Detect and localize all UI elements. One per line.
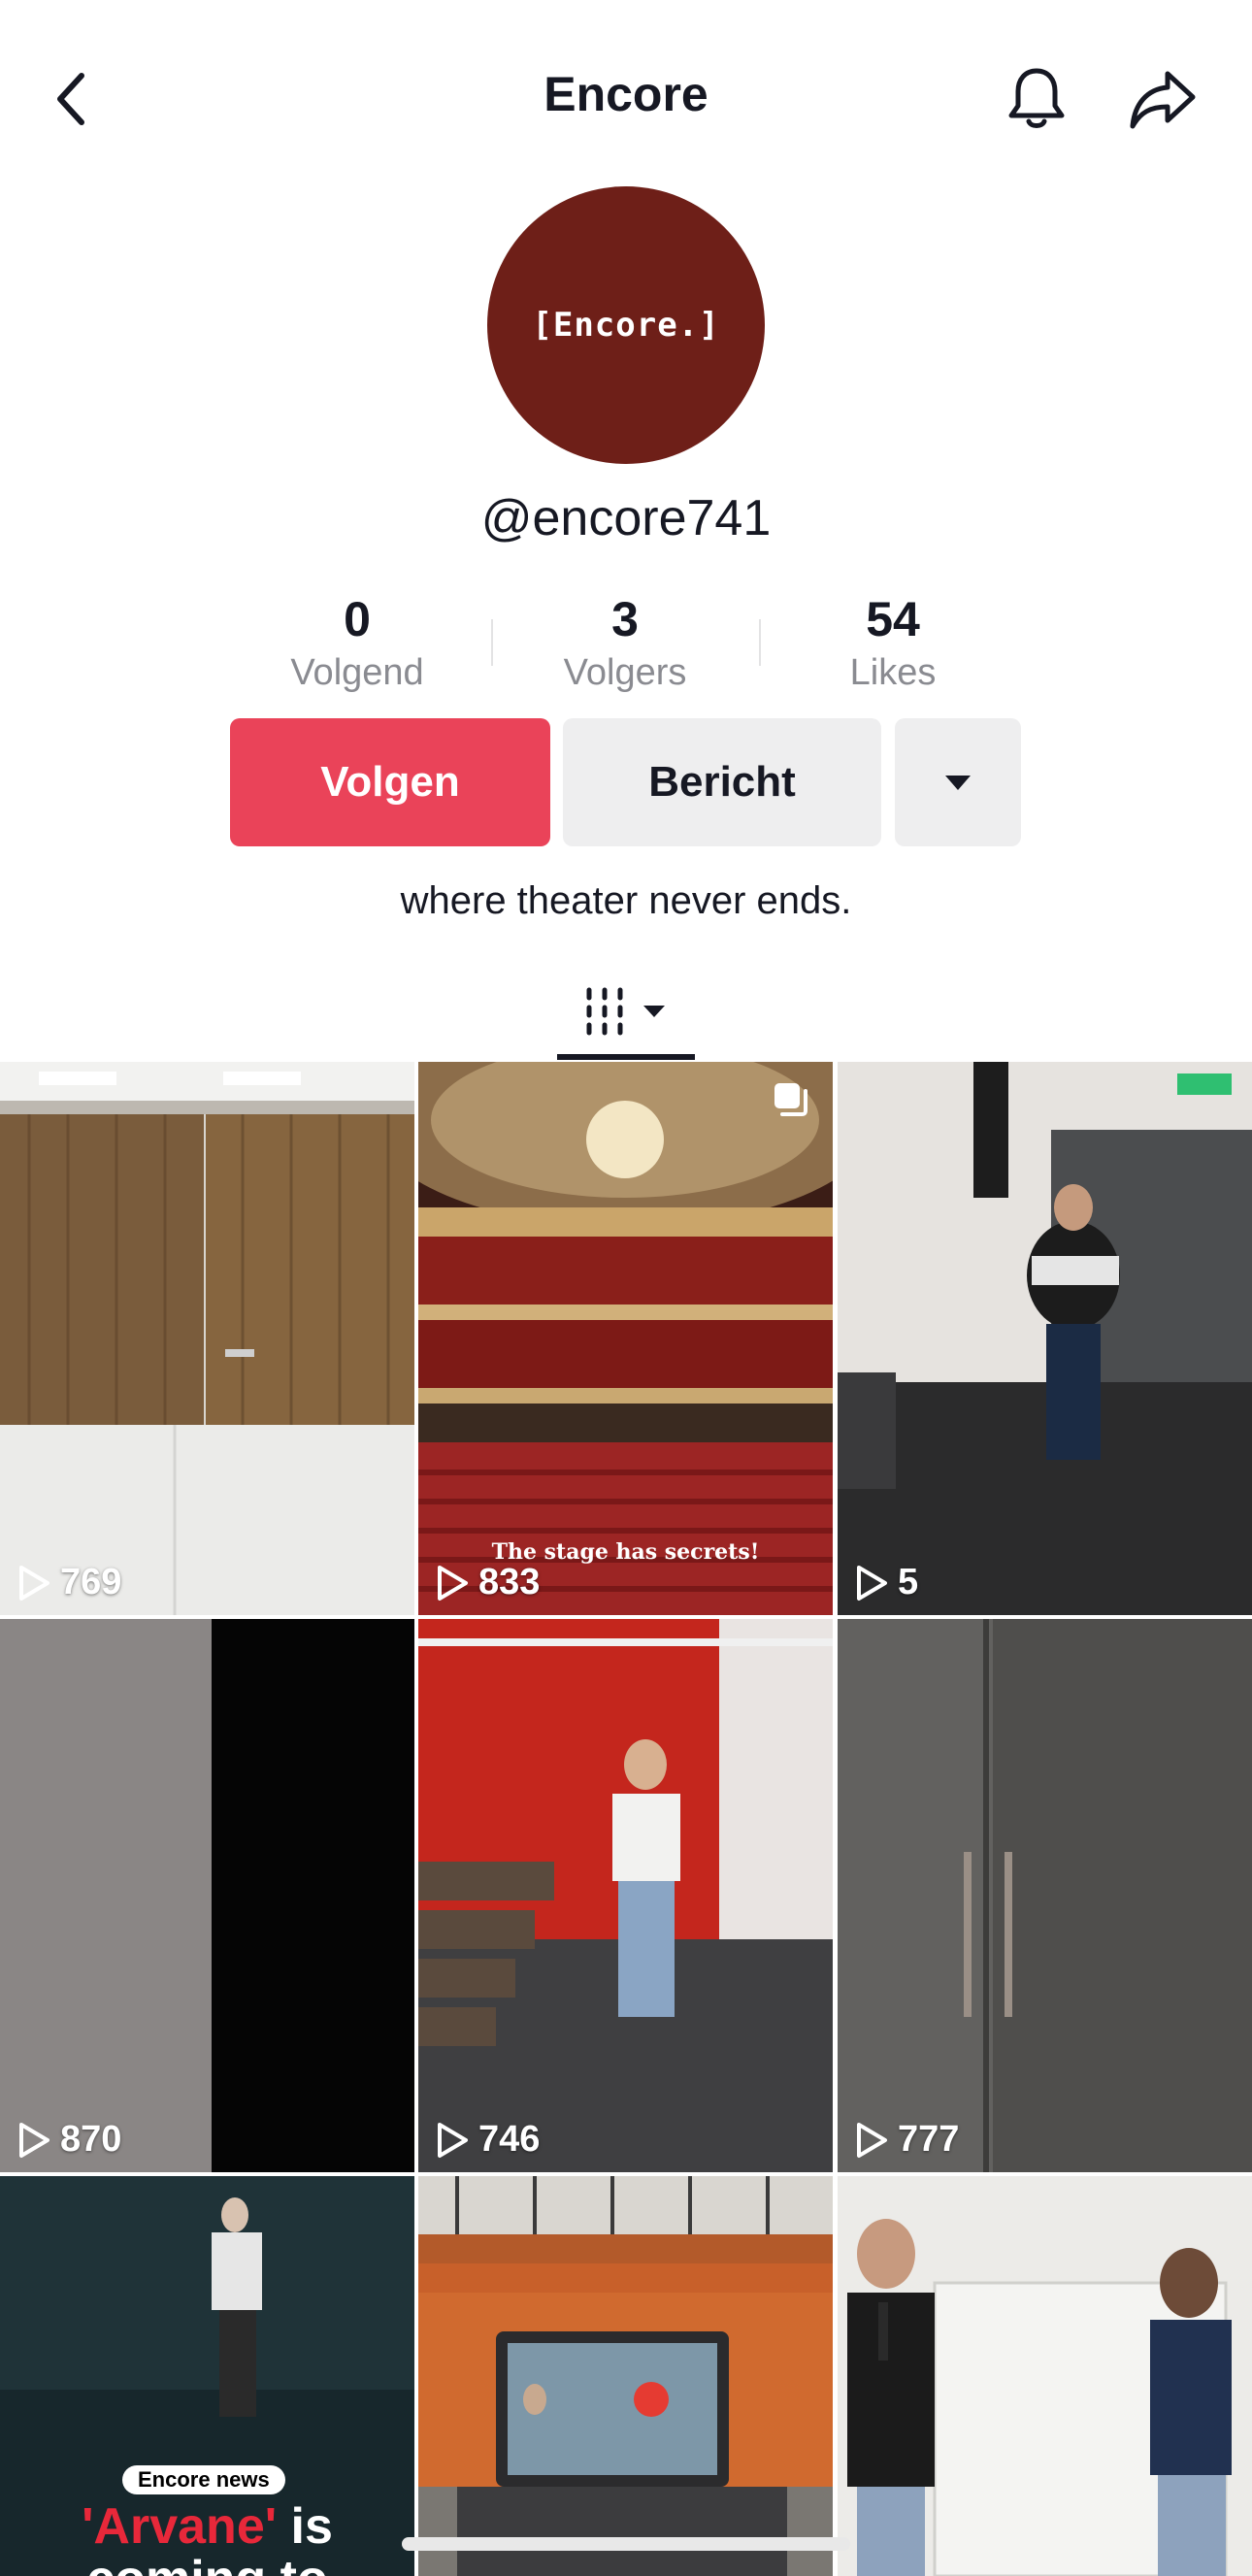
stat-followers-label: Volgers — [563, 652, 687, 693]
caret-down-icon — [945, 776, 971, 790]
headline-highlight: 'Arvane' — [82, 2498, 278, 2555]
stat-following[interactable]: 0 Volgend — [250, 590, 464, 695]
stat-followers-value: 3 — [611, 592, 639, 646]
view-count: 769 — [17, 1562, 121, 1603]
video-tile[interactable]: 746 — [418, 1619, 833, 2172]
top-bar: Encore — [0, 0, 1252, 194]
view-count-value: 870 — [60, 2119, 122, 2160]
profile-stats: 0 Volgend 3 Volgers 54 Likes — [0, 590, 1252, 697]
notifications-button[interactable] — [1000, 60, 1073, 138]
share-arrow-icon — [1130, 71, 1196, 129]
divider — [759, 619, 761, 666]
view-count: 5 — [855, 1562, 918, 1603]
video-tile[interactable]: The stage has secrets! 833 — [418, 1062, 833, 1615]
avatar[interactable]: [Encore.] — [487, 186, 765, 464]
video-tile[interactable]: 870 — [0, 1619, 414, 2172]
play-outline-icon — [438, 2122, 468, 2158]
stat-likes-value: 54 — [866, 592, 920, 646]
stat-following-label: Volgend — [290, 652, 424, 693]
news-headline: 'Arvane' is coming to — [0, 2500, 414, 2576]
bell-icon — [1008, 68, 1065, 128]
profile-actions: Volgen Bericht — [0, 718, 1252, 846]
video-thumbnail — [418, 1619, 833, 2172]
stat-followers[interactable]: 3 Volgers — [518, 590, 732, 695]
view-count: 870 — [17, 2119, 121, 2161]
view-count-value: 777 — [898, 2119, 960, 2160]
video-tile[interactable]: 777 — [838, 1619, 1252, 2172]
view-count: 833 — [436, 1562, 540, 1603]
play-outline-icon — [438, 1565, 468, 1601]
divider — [491, 619, 493, 666]
username: @encore741 — [480, 490, 772, 546]
play-outline-icon — [857, 1565, 887, 1601]
message-button[interactable]: Bericht — [563, 718, 881, 846]
share-button[interactable] — [1124, 60, 1202, 138]
video-tile[interactable] — [838, 2176, 1252, 2576]
grid-columns-icon — [586, 987, 665, 1036]
multi-clip-icon — [774, 1083, 807, 1116]
view-count-value: 833 — [478, 1562, 541, 1602]
home-indicator — [402, 2537, 850, 2551]
video-tile[interactable]: 5 — [838, 1062, 1252, 1615]
stat-likes-label: Likes — [849, 652, 937, 693]
headline-line2: coming to — [0, 2553, 414, 2576]
view-count-value: 769 — [60, 1562, 122, 1602]
stat-likes[interactable]: 54 Likes — [786, 590, 1000, 695]
bio: where theater never ends. — [400, 879, 852, 922]
suggested-accounts-button[interactable] — [895, 718, 1021, 846]
video-tile[interactable]: Encore news 'Arvane' is coming to — [0, 2176, 414, 2576]
follow-button[interactable]: Volgen — [230, 718, 550, 846]
video-thumbnail — [838, 1062, 1252, 1615]
active-tab-indicator — [557, 1054, 695, 1060]
news-badge: Encore news — [122, 2465, 285, 2494]
caret-down-icon — [643, 1006, 665, 1017]
view-count-value: 5 — [898, 1562, 919, 1602]
play-outline-icon — [19, 1565, 49, 1601]
stat-following-value: 0 — [344, 592, 371, 646]
play-outline-icon — [857, 2122, 887, 2158]
view-count: 746 — [436, 2119, 540, 2161]
avatar-logo-text: [Encore.] — [532, 306, 720, 345]
video-tile[interactable]: 769 — [0, 1062, 414, 1615]
video-tile[interactable] — [418, 2176, 833, 2576]
view-count: 777 — [855, 2119, 959, 2161]
video-thumbnail — [418, 1062, 833, 1615]
headline-text: is — [277, 2498, 333, 2555]
video-thumbnail — [838, 1619, 1252, 2172]
content-tabs — [0, 961, 1252, 1062]
video-thumbnail — [418, 2176, 833, 2576]
view-count-value: 746 — [478, 2119, 541, 2160]
video-thumbnail — [838, 2176, 1252, 2576]
video-thumbnail — [0, 1062, 414, 1615]
tab-videos[interactable] — [557, 961, 695, 1062]
video-thumbnail — [0, 1619, 414, 2172]
play-outline-icon — [19, 2122, 49, 2158]
